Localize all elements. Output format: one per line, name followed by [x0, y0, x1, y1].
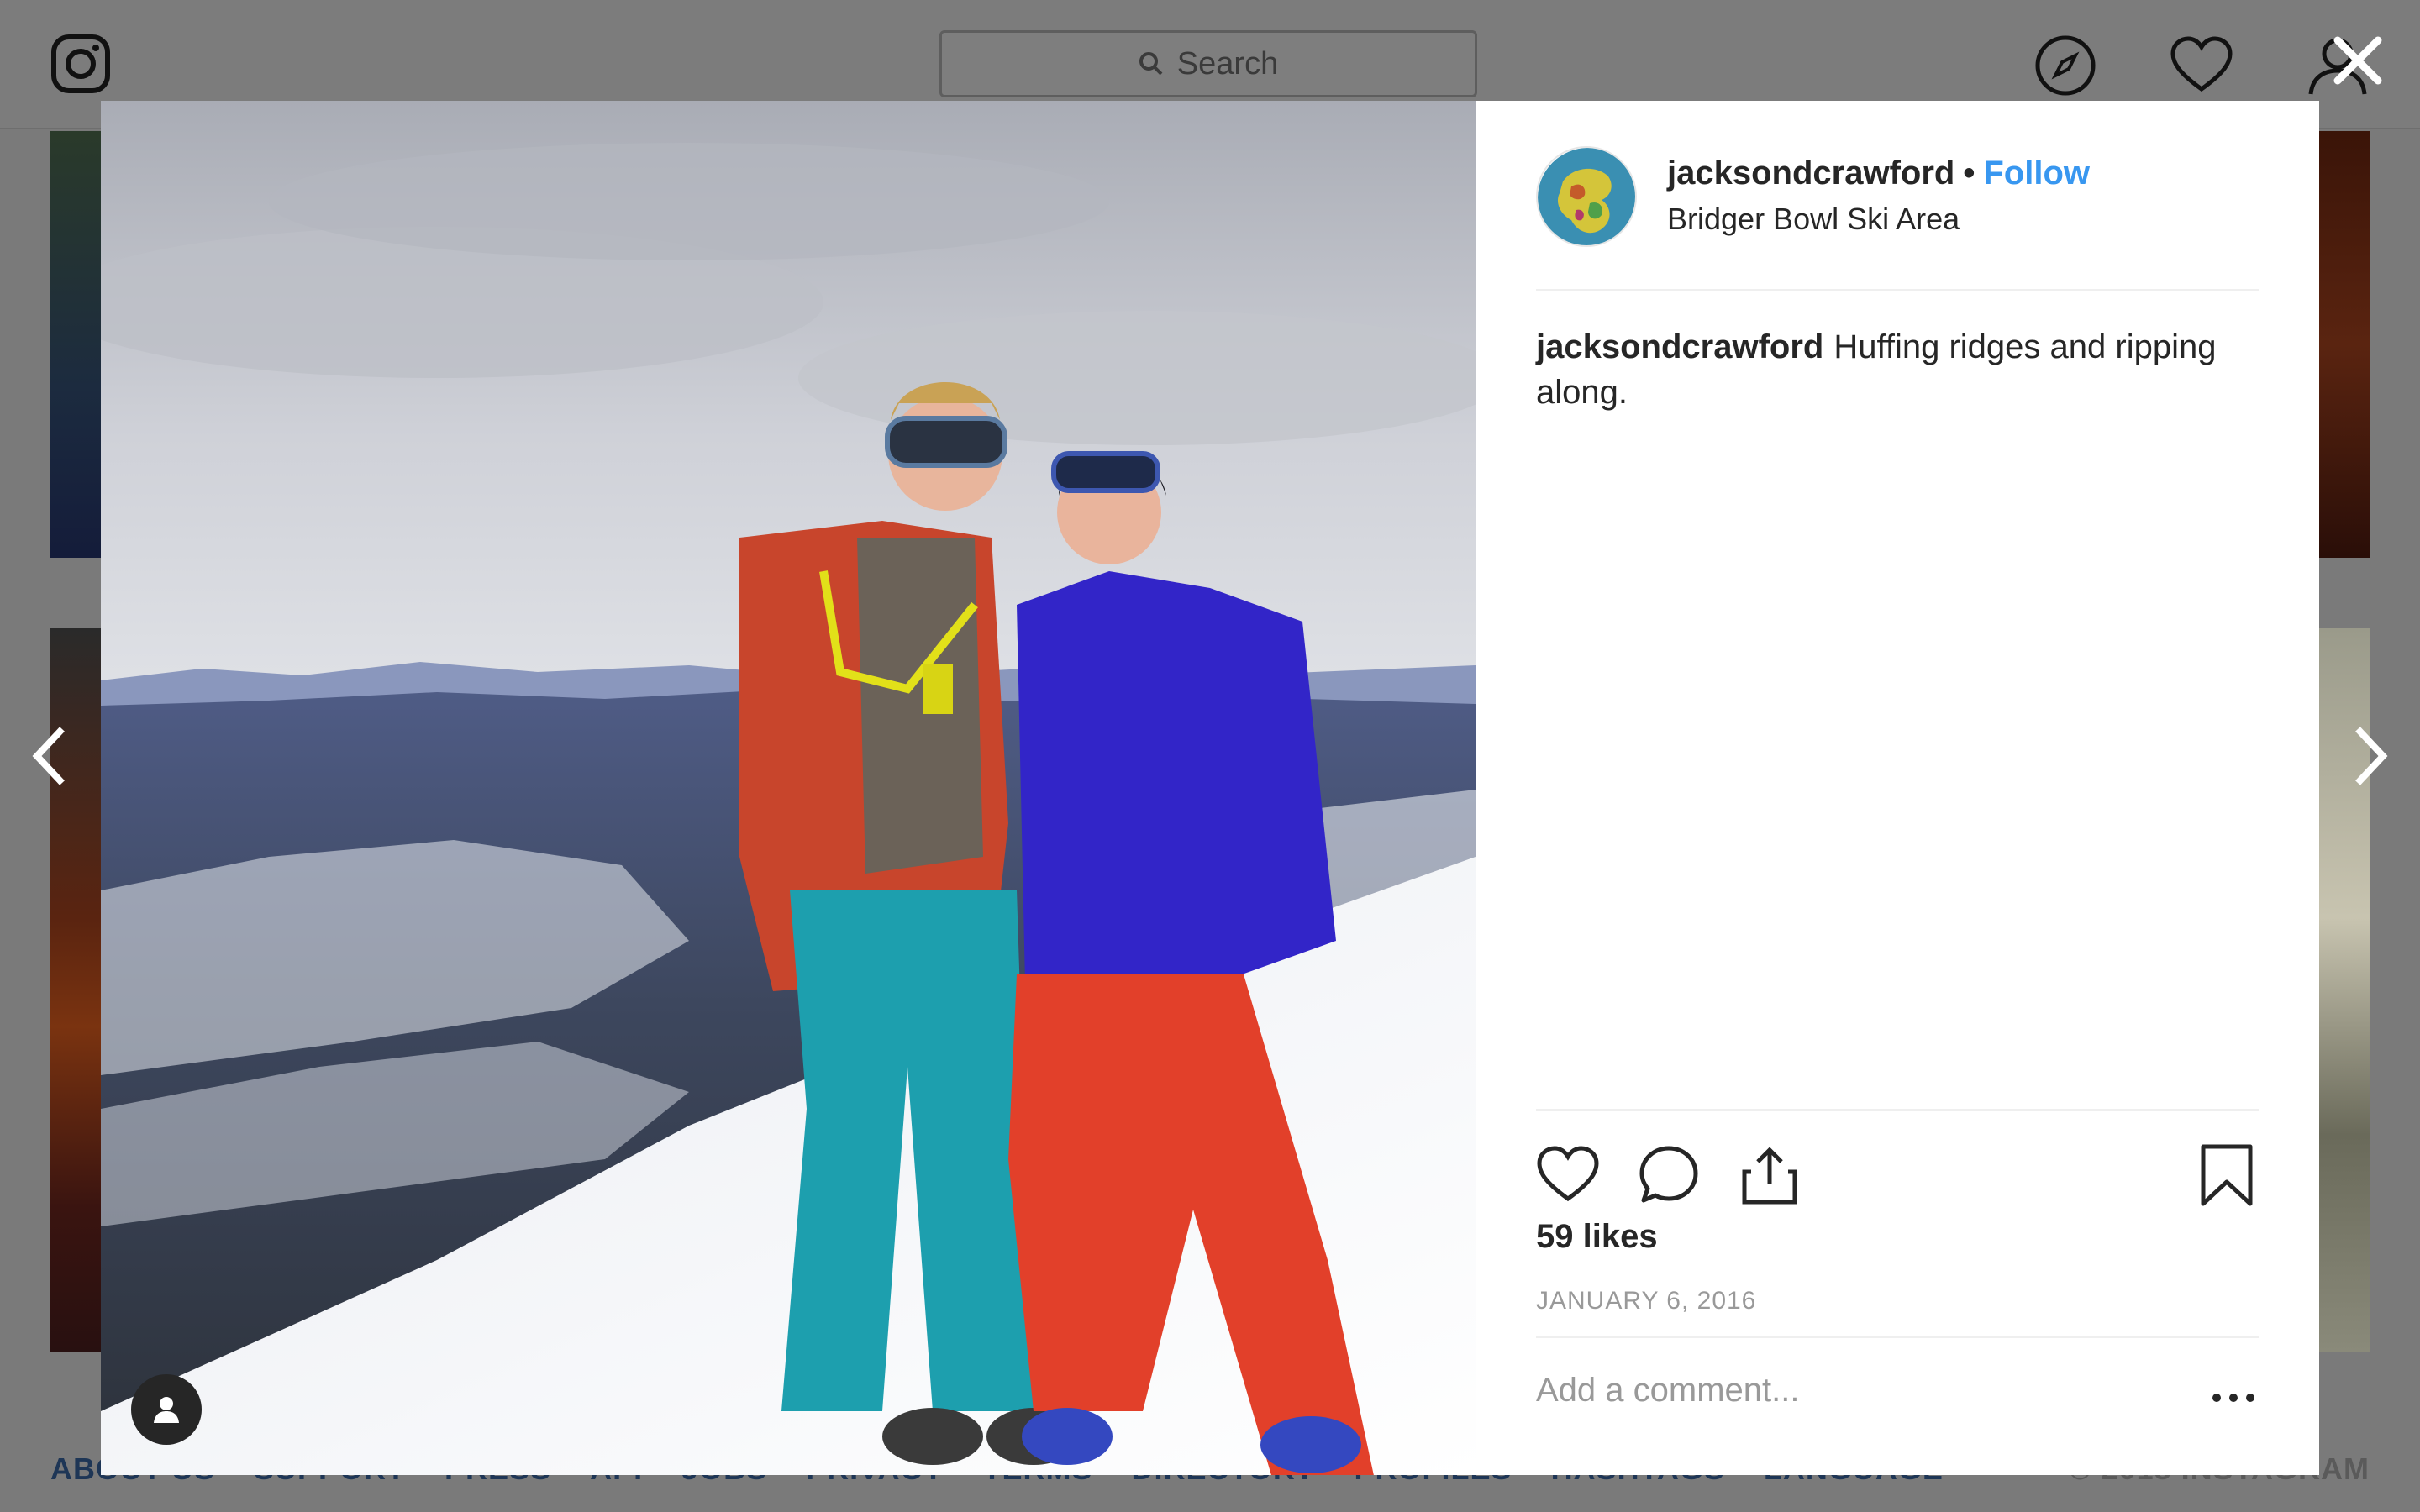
- post-date: JANUARY 6, 2016: [1536, 1287, 1757, 1315]
- user-tag-icon: [154, 1397, 179, 1423]
- chevron-right-icon[interactable]: [2344, 722, 2395, 790]
- comment-input[interactable]: [1536, 1372, 2191, 1410]
- share-icon[interactable]: [1738, 1143, 1802, 1207]
- close-icon[interactable]: [2328, 30, 2388, 91]
- grid-post-thumbnail[interactable]: [50, 131, 101, 558]
- ellipsis-icon[interactable]: [2208, 1385, 2259, 1410]
- add-comment-section: [1536, 1336, 2259, 1475]
- post-header: jacksondcrawford • Follow Bridger Bowl Ski…: [1536, 146, 2259, 291]
- post-author-line: jacksondcrawford • Follow: [1667, 155, 2090, 192]
- author-username[interactable]: jacksondcrawford: [1667, 155, 1954, 192]
- follow-button[interactable]: Follow: [1983, 155, 2090, 192]
- search-input[interactable]: Search: [939, 30, 1477, 97]
- avatar[interactable]: [1536, 146, 1637, 247]
- post-photo[interactable]: [101, 101, 1476, 1475]
- instagram-logo-icon[interactable]: [50, 34, 111, 94]
- likes-count[interactable]: 59 likes: [1536, 1218, 1658, 1256]
- chevron-left-icon[interactable]: [25, 722, 76, 790]
- post-modal: jacksondcrawford • Follow Bridger Bowl Ski…: [101, 101, 2319, 1475]
- ski-photo-image: [101, 101, 1476, 1475]
- post-caption: jacksondcrawford Huffing ridges and rippi…: [1536, 324, 2259, 415]
- explore-compass-icon[interactable]: [2033, 34, 2097, 97]
- search-placeholder: Search: [1176, 45, 1279, 81]
- comment-bubble-icon[interactable]: [1637, 1143, 1701, 1207]
- avatar-image: [1538, 148, 1635, 245]
- bookmark-icon[interactable]: [2195, 1143, 2259, 1207]
- caption-username[interactable]: jacksondcrawford: [1536, 328, 1823, 365]
- tagged-users-button[interactable]: [131, 1374, 202, 1445]
- post-details-panel: jacksondcrawford • Follow Bridger Bowl Ski…: [1476, 101, 2319, 1475]
- separator-dot: •: [1963, 155, 1975, 192]
- post-actions: [1536, 1109, 2259, 1206]
- grid-post-thumbnail[interactable]: [2319, 131, 2370, 558]
- search-icon: [1139, 52, 1163, 76]
- activity-heart-icon[interactable]: [2170, 34, 2233, 97]
- location-link[interactable]: Bridger Bowl Ski Area: [1667, 202, 1960, 237]
- heart-icon[interactable]: [1536, 1143, 1600, 1207]
